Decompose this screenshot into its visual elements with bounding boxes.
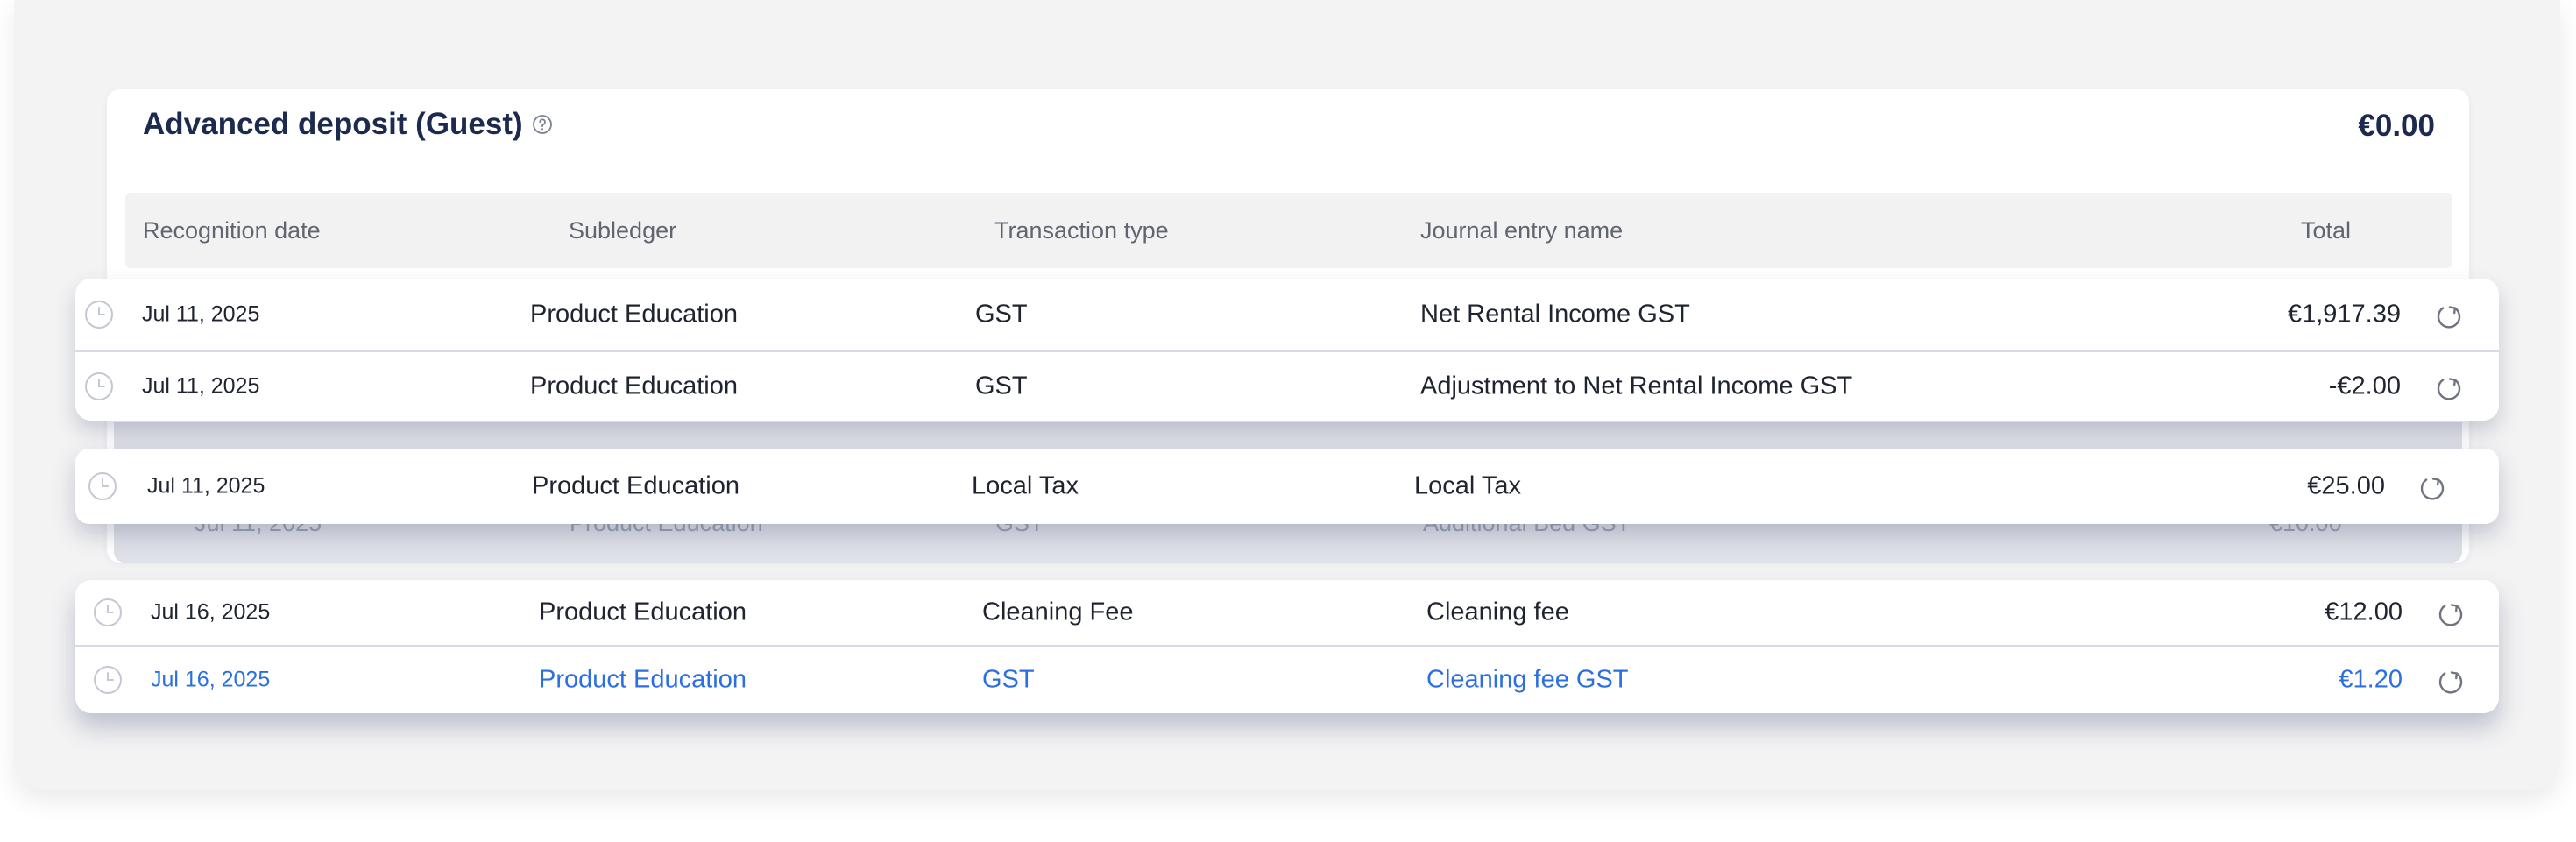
- row-group-2: Jul 16, 2025 Product Education Cleaning …: [75, 580, 2499, 713]
- column-recognition-date[interactable]: Recognition date: [143, 217, 321, 244]
- column-subledger[interactable]: Subledger: [569, 217, 676, 244]
- card-title-text: Advanced deposit (Guest): [143, 107, 523, 141]
- clock-icon: [93, 665, 123, 695]
- column-journal-entry-name[interactable]: Journal entry name: [1420, 217, 1623, 244]
- refresh-icon[interactable]: [2417, 471, 2447, 501]
- row-transaction-type: GST: [982, 665, 1035, 694]
- row-transaction-type: GST: [975, 371, 1028, 400]
- row-subledger: Product Education: [539, 598, 747, 626]
- row-group-dragged: Jul 11, 2025 Product Education Local Tax…: [75, 449, 2499, 524]
- row-journal-entry-name: Adjustment to Net Rental Income GST: [1420, 371, 1853, 400]
- refresh-icon[interactable]: [2434, 371, 2464, 401]
- row-transaction-type: GST: [975, 300, 1028, 329]
- card-title: Advanced deposit (Guest): [143, 107, 553, 142]
- refresh-icon[interactable]: [2436, 665, 2466, 695]
- row-journal-entry-name: Cleaning fee GST: [1426, 665, 1629, 694]
- clock-icon: [84, 300, 114, 329]
- row-subledger: Product Education: [539, 665, 747, 694]
- table-row-highlighted[interactable]: Jul 16, 2025 Product Education GST Clean…: [75, 647, 2499, 713]
- table-row[interactable]: Jul 11, 2025 Product Education GST Adjus…: [75, 352, 2499, 421]
- row-date: Jul 16, 2025: [151, 599, 271, 625]
- row-transaction-type: Cleaning Fee: [982, 598, 1134, 626]
- row-subledger: Product Education: [532, 471, 740, 500]
- table-header: Recognition date Subledger Transaction t…: [125, 193, 2452, 268]
- row-journal-entry-name: Cleaning fee: [1426, 598, 1569, 626]
- row-journal-entry-name: Net Rental Income GST: [1420, 300, 1690, 329]
- row-journal-entry-name: Local Tax: [1414, 471, 1521, 500]
- refresh-icon[interactable]: [2436, 598, 2466, 627]
- row-total: -€2.00: [2328, 371, 2401, 400]
- table-row[interactable]: Jul 11, 2025 Product Education Local Tax…: [75, 449, 2499, 524]
- table-row[interactable]: Jul 11, 2025 Product Education GST Net R…: [75, 279, 2499, 350]
- clock-icon: [88, 471, 117, 501]
- row-date: Jul 11, 2025: [147, 473, 265, 499]
- row-date: Jul 16, 2025: [151, 667, 271, 692]
- card-total: €0.00: [2358, 109, 2435, 143]
- row-group-1: Jul 11, 2025 Product Education GST Net R…: [75, 279, 2499, 421]
- clock-icon: [93, 598, 123, 627]
- table-row[interactable]: Jul 16, 2025 Product Education Cleaning …: [75, 580, 2499, 645]
- row-date: Jul 11, 2025: [142, 373, 260, 399]
- row-total: €12.00: [2325, 598, 2403, 626]
- clock-icon: [84, 371, 114, 401]
- row-subledger: Product Education: [530, 371, 738, 400]
- row-subledger: Product Education: [530, 300, 738, 329]
- row-total: €1,917.39: [2287, 300, 2401, 329]
- row-total: €1.20: [2339, 665, 2403, 694]
- help-circle-icon[interactable]: [532, 114, 553, 135]
- refresh-icon[interactable]: [2434, 300, 2464, 329]
- row-date: Jul 11, 2025: [142, 301, 260, 327]
- column-transaction-type[interactable]: Transaction type: [994, 217, 1169, 244]
- row-transaction-type: Local Tax: [972, 471, 1079, 500]
- row-total: €25.00: [2307, 471, 2385, 500]
- column-total[interactable]: Total: [2301, 217, 2351, 244]
